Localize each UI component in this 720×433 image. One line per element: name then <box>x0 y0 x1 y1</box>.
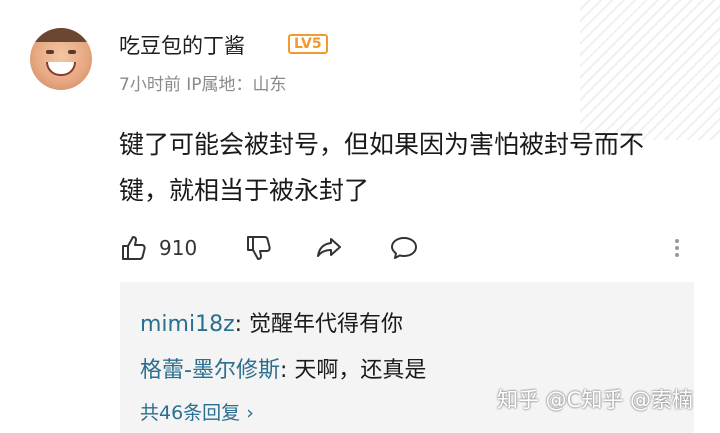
share-button[interactable] <box>314 230 344 266</box>
comment-text: 键了可能会被封号，但如果因为害怕被封号而不键，就相当于被永封了 <box>119 130 645 205</box>
reply-separator: : <box>279 358 295 383</box>
like-button[interactable]: 910 <box>119 230 197 266</box>
more-button[interactable] <box>671 230 683 266</box>
reply-text: 觉醒年代得有你 <box>249 312 404 337</box>
share-icon <box>317 238 341 257</box>
reply-author[interactable]: 格蕾-墨尔修斯 <box>140 358 280 383</box>
corner-artifact <box>580 0 720 140</box>
comment-meta: 7小时前 IP属地：山东 <box>119 75 287 95</box>
reply-item[interactable]: 格蕾-墨尔修斯: 天啊，还真是 <box>140 352 426 384</box>
reply-separator: : <box>234 312 250 337</box>
username[interactable]: 吃豆包的丁酱 <box>119 30 245 60</box>
avatar-eye <box>68 50 76 54</box>
reply-item[interactable]: mimi18z: 觉醒年代得有你 <box>140 306 403 338</box>
avatar[interactable] <box>30 28 92 90</box>
action-bar: 910 <box>119 230 679 266</box>
reply-author[interactable]: mimi18z <box>140 312 235 337</box>
thumbs-up-icon <box>122 236 146 260</box>
reply-button[interactable] <box>389 230 419 266</box>
avatar-eye <box>46 50 54 54</box>
level-badge: LV5 <box>288 34 328 54</box>
reply-text: 天啊，还真是 <box>294 358 427 383</box>
watermark: 知乎 @C知乎 @索楠 <box>497 388 694 412</box>
avatar-mouth <box>46 62 76 76</box>
comment-card: 吃豆包的丁酱 LV5 7小时前 IP属地：山东 键了可能会被封号，但如果因为害怕… <box>0 0 720 433</box>
more-vertical-icon <box>675 239 679 257</box>
like-count: 910 <box>159 236 198 260</box>
dislike-button[interactable] <box>244 230 274 266</box>
avatar-hair <box>30 28 92 42</box>
view-more-replies-link[interactable]: 共46条回复 › <box>140 398 254 425</box>
thumbs-down-icon <box>247 236 271 260</box>
comment-bubble-icon <box>391 237 417 259</box>
